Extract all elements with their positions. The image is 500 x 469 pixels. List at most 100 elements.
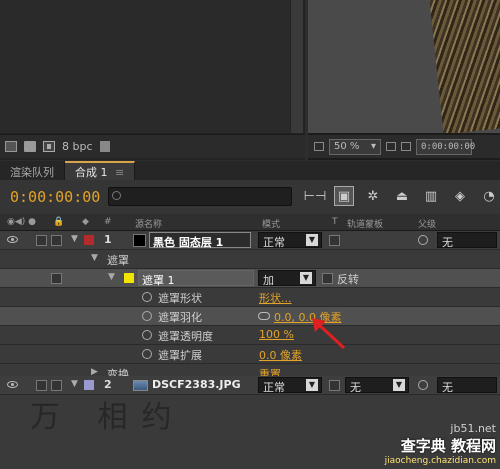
blend-mode-dropdown[interactable]: 正常 ▼ — [258, 232, 322, 249]
tab-menu-icon[interactable]: ≡ — [115, 166, 124, 179]
prop-label: 遮罩羽化 — [158, 311, 202, 324]
stopwatch-icon[interactable] — [142, 349, 152, 359]
viewer-toolbar: 50 % ▾ 0:00:00:00 — [308, 134, 500, 158]
stopwatch-icon[interactable] — [142, 330, 152, 340]
motion-blur-icon[interactable]: ▥ — [421, 186, 441, 206]
layer-name[interactable]: DSCF2383.JPG — [152, 378, 241, 391]
search-input[interactable] — [125, 189, 289, 204]
background-ghost-text: 万 相约 — [30, 400, 186, 435]
lock-icon[interactable]: 🔒 — [53, 217, 64, 227]
blend-mode-value: 正常 — [263, 381, 285, 394]
parent-dropdown[interactable]: 无 — [437, 377, 497, 394]
mask-color-swatch[interactable] — [124, 273, 134, 283]
layer-name[interactable]: 黑色 固态层 1 — [149, 232, 251, 249]
mask-feather-row[interactable]: 遮罩羽化 0.0, 0.0 像素 — [0, 307, 500, 326]
av-features-icon[interactable]: ◉◀) ● — [7, 217, 36, 227]
mask-expand-icon[interactable]: ▼ — [108, 272, 115, 282]
safe-zones-icon[interactable] — [386, 142, 396, 151]
column-parent[interactable]: 父级 — [418, 217, 436, 230]
stopwatch-icon[interactable] — [142, 311, 152, 321]
blend-mode-dropdown[interactable]: 正常 ▼ — [258, 377, 322, 394]
mask-opacity-value[interactable]: 100 % — [259, 328, 294, 341]
eye-icon[interactable] — [7, 236, 18, 243]
track-matte-value: 无 — [350, 381, 361, 394]
region-of-interest-icon[interactable] — [401, 142, 411, 151]
mask-expansion-value[interactable]: 0.0 像素 — [259, 347, 302, 363]
mask-opacity-row[interactable]: 遮罩透明度 100 % — [0, 326, 500, 345]
column-track-matte[interactable]: 轨道蒙板 — [347, 217, 383, 230]
project-list[interactable] — [0, 0, 290, 133]
parent-dropdown[interactable]: 无 — [437, 232, 497, 249]
graph-editor-icon[interactable]: ◈ — [450, 186, 470, 206]
constrain-proportions-icon[interactable] — [258, 312, 270, 320]
masks-group-label: 遮罩 — [107, 254, 129, 267]
invert-checkbox[interactable] — [322, 273, 333, 284]
solo-checkbox[interactable] — [36, 380, 47, 391]
new-folder-icon[interactable] — [24, 141, 36, 152]
annotation-arrow-icon — [312, 318, 346, 350]
timeline-switches: ⊢⊣ ▣ ✲ ⏏ ▥ ◈ ◔ — [304, 186, 499, 206]
mask-expansion-row[interactable]: 遮罩扩展 0.0 像素 — [0, 345, 500, 364]
always-preview-icon[interactable] — [314, 142, 324, 151]
zoom-dropdown[interactable]: 50 % ▾ — [329, 138, 381, 155]
current-time-display[interactable]: 0:00:00:00 — [10, 188, 100, 206]
mask-shape-value[interactable]: 形状... — [259, 290, 292, 306]
layer-expand-icon[interactable]: ▼ — [71, 234, 78, 244]
hide-shy-layers-icon[interactable]: ✲ — [363, 186, 383, 206]
project-scrollbar[interactable] — [291, 0, 303, 133]
prop-label: 遮罩透明度 — [158, 330, 213, 343]
zoom-value: 50 % — [334, 141, 360, 152]
lock-checkbox[interactable] — [51, 380, 62, 391]
interpret-footage-icon[interactable] — [5, 141, 17, 152]
tab-comp-1[interactable]: 合成 1 ≡ — [65, 161, 136, 180]
chevron-down-icon: ▼ — [306, 379, 318, 391]
viewer-time-display[interactable]: 0:00:00:00 — [416, 138, 476, 155]
masks-expand-icon[interactable]: ▼ — [91, 253, 98, 263]
layer-search-box[interactable] — [108, 187, 292, 206]
pick-whip-icon[interactable] — [418, 235, 428, 245]
frame-blending-icon[interactable]: ⏏ — [392, 186, 412, 206]
pick-whip-icon[interactable] — [418, 380, 428, 390]
stopwatch-icon[interactable] — [142, 292, 152, 302]
tab-render-queue[interactable]: 渲染队列 — [0, 161, 65, 180]
mask-mode-dropdown[interactable]: 加 ▼ — [258, 270, 316, 287]
bit-depth-button[interactable]: 8 bpc — [62, 140, 93, 153]
layer-row-1[interactable]: ▼ 1 黑色 固态层 1 正常 ▼ 无 — [0, 231, 500, 250]
viewer-canvas[interactable] — [308, 0, 500, 133]
mask-lock-checkbox[interactable] — [51, 273, 62, 284]
brainstorm-icon[interactable]: ◔ — [479, 186, 499, 206]
draft-3d-icon[interactable]: ▣ — [334, 186, 354, 206]
preserve-transparency-checkbox[interactable] — [329, 235, 340, 246]
viewer-time: 0:00:00:00 — [421, 141, 476, 152]
comp-mini-flowchart-icon[interactable]: ⊢⊣ — [304, 186, 327, 206]
column-t[interactable]: T — [332, 217, 338, 227]
masks-group-row[interactable]: ▼ 遮罩 — [0, 250, 500, 269]
layer-label-color[interactable] — [84, 235, 94, 245]
label-column-icon[interactable]: ◆ — [82, 217, 89, 227]
mask-name[interactable]: 遮罩 1 — [138, 270, 254, 287]
footage-preview-image — [428, 0, 500, 133]
watermark-url: jiaocheng.chazidian.com — [384, 456, 496, 466]
chevron-down-icon: ▾ — [370, 141, 376, 152]
watermark: jb51.net 查字典 教程网 jiaocheng.chazidian.com — [360, 422, 500, 469]
tab-label: 渲染队列 — [10, 166, 54, 179]
invert-label: 反转 — [337, 273, 359, 286]
preserve-transparency-checkbox[interactable] — [329, 380, 340, 391]
solid-color-swatch — [133, 234, 146, 247]
column-source-name[interactable]: 源名称 — [135, 217, 162, 230]
composition-viewer: 50 % ▾ 0:00:00:00 — [308, 0, 500, 160]
eye-icon[interactable] — [7, 381, 18, 388]
track-matte-dropdown[interactable]: 无 ▼ — [345, 377, 409, 394]
mask-1-row[interactable]: ▼ 遮罩 1 加 ▼ 反转 — [0, 269, 500, 288]
layer-label-color[interactable] — [84, 380, 94, 390]
column-mode[interactable]: 模式 — [262, 217, 280, 230]
layer-column-headers: ◉◀) ● 🔒 ◆ # 源名称 模式 T 轨道蒙板 父级 — [0, 214, 500, 231]
new-composition-icon[interactable] — [43, 141, 55, 152]
trash-icon[interactable] — [99, 141, 110, 152]
blend-mode-value: 正常 — [263, 236, 285, 249]
chevron-down-icon: ▼ — [306, 234, 318, 246]
layer-expand-icon[interactable]: ▼ — [71, 379, 78, 389]
lock-checkbox[interactable] — [51, 235, 62, 246]
solo-checkbox[interactable] — [36, 235, 47, 246]
mask-shape-row[interactable]: 遮罩形状 形状... — [0, 288, 500, 307]
